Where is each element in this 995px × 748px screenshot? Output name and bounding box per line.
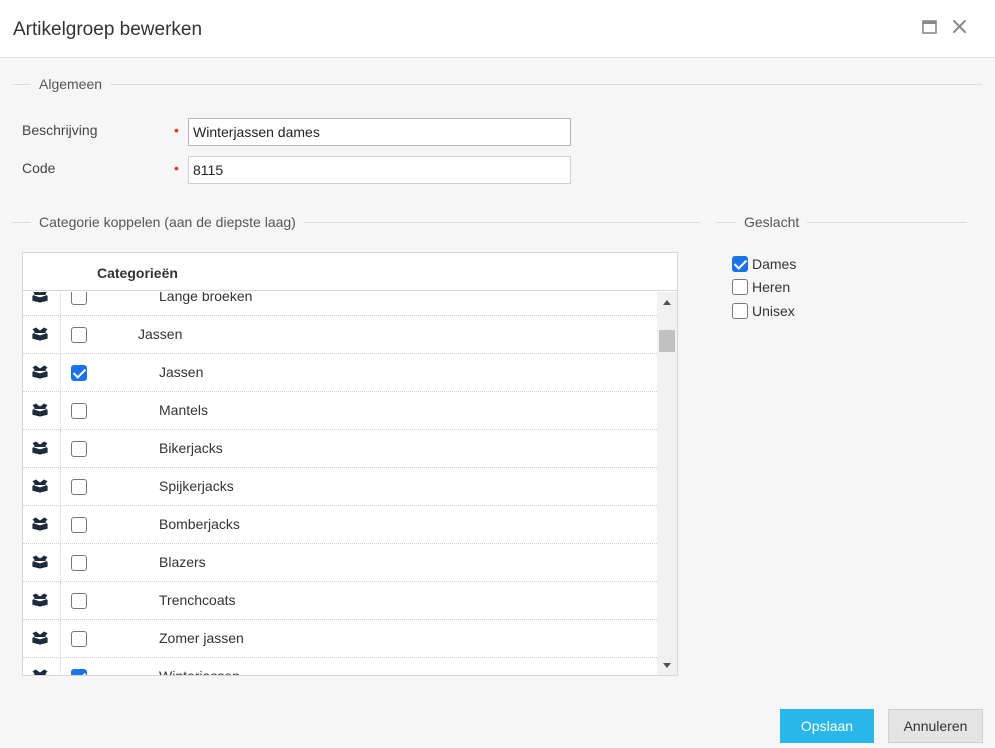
package-icon — [31, 326, 49, 342]
category-name: Trenchcoats — [159, 592, 236, 608]
scroll-thumb[interactable] — [659, 330, 675, 352]
category-row[interactable]: Blazers — [23, 544, 657, 582]
package-icon — [31, 440, 49, 456]
description-required-marker: • — [174, 122, 179, 138]
code-input[interactable] — [188, 156, 571, 184]
general-legend-text: Algemeen — [39, 76, 103, 92]
grid-header: Categorieën — [23, 253, 677, 291]
row-checkbox[interactable] — [71, 403, 87, 419]
row-checkbox[interactable] — [71, 593, 87, 609]
gender-legend: Geslacht — [716, 212, 967, 232]
gender-label: Heren — [752, 279, 791, 295]
category-legend: Categorie koppelen (aan de diepste laag) — [12, 212, 700, 232]
row-checkbox[interactable] — [71, 631, 87, 647]
gender-checkbox-heren[interactable] — [732, 279, 748, 295]
category-row[interactable]: Bikerjacks — [23, 430, 657, 468]
dialog-title: Artikelgroep bewerken — [13, 19, 203, 40]
code-label: Code — [22, 160, 56, 176]
category-row[interactable]: Jassen — [23, 316, 657, 354]
row-checkbox[interactable] — [71, 327, 87, 343]
category-row[interactable]: Trenchcoats — [23, 582, 657, 620]
category-name: Spijkerjacks — [159, 478, 234, 494]
dialog-titlebar: Artikelgroep bewerken — [0, 0, 995, 58]
cancel-button[interactable]: Annuleren — [888, 709, 983, 743]
category-row[interactable]: Zomer jassen — [23, 620, 657, 658]
category-name: Lange broeken — [159, 292, 253, 304]
package-icon — [31, 668, 49, 675]
category-name: Winterjassen — [159, 668, 240, 676]
package-icon — [31, 292, 49, 304]
package-icon — [31, 630, 49, 646]
maximize-button[interactable] — [921, 18, 939, 36]
row-checkbox[interactable] — [71, 479, 87, 495]
row-checkbox[interactable] — [71, 555, 87, 571]
gender-checkbox-unisex[interactable] — [732, 303, 748, 319]
gender-option-heren[interactable]: Heren — [732, 279, 790, 295]
save-button[interactable]: Opslaan — [780, 709, 874, 743]
package-icon — [31, 364, 49, 380]
category-name: Blazers — [159, 554, 206, 570]
gender-label: Dames — [752, 256, 797, 272]
gender-option-dames[interactable]: Dames — [732, 256, 796, 272]
row-checkbox[interactable] — [71, 441, 87, 457]
category-row[interactable]: Mantels — [23, 392, 657, 430]
gender-checkbox-dames[interactable] — [732, 256, 748, 272]
package-icon — [31, 478, 49, 494]
column-header-categories[interactable]: Categorieën — [97, 265, 178, 281]
category-name: Zomer jassen — [159, 630, 244, 646]
category-name: Jassen — [138, 326, 183, 342]
category-row[interactable]: Winterjassen — [23, 658, 657, 676]
package-icon — [31, 516, 49, 532]
row-checkbox[interactable] — [71, 365, 87, 381]
category-name: Jassen — [159, 364, 204, 380]
scroll-up-arrow-icon[interactable] — [657, 294, 677, 312]
grid-body: Lange broeken Jassen Jassen Mantels Bike… — [23, 292, 657, 676]
category-legend-text: Categorie koppelen (aan de diepste laag) — [39, 214, 296, 230]
package-icon — [31, 554, 49, 570]
gender-legend-text: Geslacht — [744, 214, 800, 230]
package-icon — [31, 402, 49, 418]
category-grid: Categorieën Lange broeken Jassen Jassen … — [22, 252, 678, 676]
gender-label: Unisex — [752, 303, 795, 319]
package-icon — [31, 592, 49, 608]
category-row[interactable]: Lange broeken — [23, 292, 657, 316]
maximize-icon — [922, 20, 937, 34]
description-input[interactable] — [188, 118, 571, 146]
row-checkbox[interactable] — [71, 669, 87, 675]
description-label: Beschrijving — [22, 122, 98, 138]
category-name: Mantels — [159, 402, 209, 418]
category-name: Bikerjacks — [159, 440, 223, 456]
close-icon — [953, 20, 966, 33]
general-legend: Algemeen — [12, 74, 982, 94]
category-name: Bomberjacks — [159, 516, 240, 532]
row-checkbox[interactable] — [71, 517, 87, 533]
code-required-marker: • — [174, 160, 179, 176]
close-button[interactable] — [951, 18, 969, 36]
category-row[interactable]: Bomberjacks — [23, 506, 657, 544]
gender-option-unisex[interactable]: Unisex — [732, 303, 795, 319]
scroll-down-arrow-icon[interactable] — [657, 656, 677, 674]
row-checkbox[interactable] — [71, 292, 87, 305]
category-row[interactable]: Jassen — [23, 354, 657, 392]
grid-scrollbar[interactable] — [657, 292, 677, 675]
category-row[interactable]: Spijkerjacks — [23, 468, 657, 506]
